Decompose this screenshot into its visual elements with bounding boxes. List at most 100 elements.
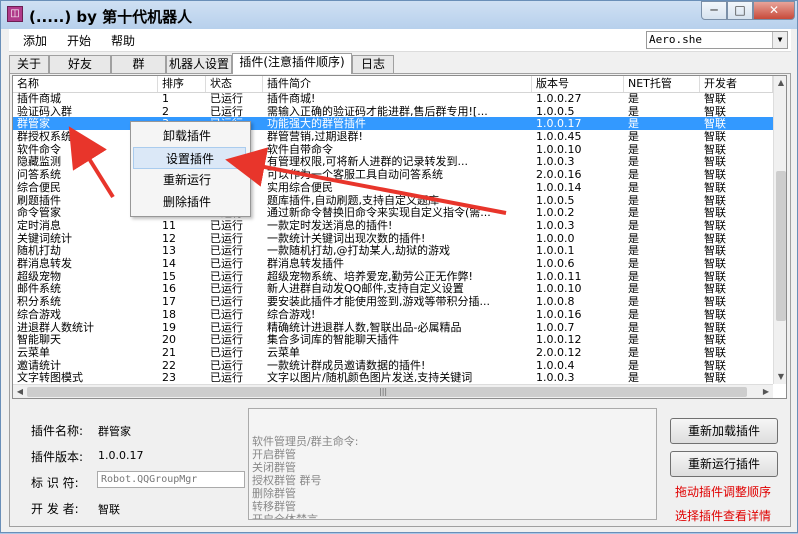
cell-net: 是 [628,244,639,258]
cell-net: 是 [628,155,639,169]
column-header-order[interactable]: 排序 [158,76,206,92]
hint-select-details: 选择插件查看详情 [675,509,772,523]
table-row[interactable]: 进退群人数统计 19 已运行 精确统计进退群人数,智联出品-必属精品 1.0.0.7 是 智… [13,321,773,334]
table-row[interactable]: 群消息转发 14 已运行 群消息转发插件 1.0.0.6 是 智联 [13,257,773,270]
cell-net: 是 [628,345,639,359]
chevron-down-icon[interactable]: ▼ [772,32,787,48]
cell-developer: 智联 [704,130,726,144]
scroll-right-icon[interactable]: ▶ [759,385,773,398]
table-row[interactable]: 验证码入群 2 已运行 需输入正确的验证码才能进群,售后群专用![... 1.0.0.5… [13,105,773,118]
table-row[interactable]: 文字转图模式 23 已运行 文字以图片/随机颜色图片发送,支持关键词 1.0.0.3 是 智… [13,371,773,384]
cell-description: 一款定时发送消息的插件! [267,218,393,232]
tab-log[interactable]: 日志 [352,55,394,73]
tab-plugins[interactable]: 插件(注意插件顺序) [232,53,352,74]
cell-version: 1.0.0.27 [536,92,582,105]
cell-developer: 智联 [704,92,726,105]
table-row[interactable]: 综合游戏 18 已运行 综合游戏! 1.0.0.16 是 智联 [13,308,773,321]
plugin-id-field[interactable]: Robot.QQGroupMgr [97,471,245,488]
column-header-name[interactable]: 名称 [13,76,158,92]
cell-net: 是 [628,282,639,296]
plugin-list[interactable]: 名称 排序 状态 插件简介 版本号 NET托管 开发者 插件商城 1 已运行 插件商城… [12,75,787,399]
cell-description: 插件商城! [267,92,316,105]
tab-friends[interactable]: 好友 [49,55,111,73]
table-row[interactable]: 刷题插件9已运行题库插件,自动刷题,支持自定义题库1.0.0.5是智联 [13,194,773,207]
column-header-developer[interactable]: 开发者 [700,76,773,92]
table-row[interactable]: 邮件系统 16 已运行 新人进群自动发QQ邮件,支持自定义设置 1.0.0.10 是 智联 [13,282,773,295]
rerun-plugins-button[interactable]: 重新运行插件 [670,451,778,477]
vertical-scrollbar[interactable]: ▲ ▼ [773,76,786,384]
cell-version: 1.0.0.3 [536,371,575,385]
cell-description: 功能强大的群管插件 [267,117,366,131]
horizontal-scrollbar[interactable]: ◀ ||| ▶ [13,384,773,398]
table-row[interactable]: 插件商城 1 已运行 插件商城! 1.0.0.27 是 智联 [13,92,773,105]
cell-version: 1.0.0.5 [536,193,575,207]
scroll-down-icon[interactable]: ▼ [774,370,786,384]
table-row[interactable]: 邀请统计 22 已运行 一款统计群成员邀请数据的插件! 1.0.0.4 是 智联 [13,359,773,372]
column-header-description[interactable]: 插件简介 [263,76,532,92]
cell-order: 15 [162,269,176,283]
menu-item-configure-plugin[interactable]: 设置插件 [133,147,246,169]
menu-item-unload-plugin[interactable]: 卸载插件 [131,125,248,147]
scroll-up-icon[interactable]: ▲ [774,76,786,90]
plugin-commands-box[interactable]: 软件管理员/群主命令: 开启群管 关闭群管 授权群管 群号 删除群管 转移群管 … [248,408,657,520]
table-row[interactable]: 定时消息 11 已运行 一款定时发送消息的插件! 1.0.0.3 是 智联 [13,219,773,232]
table-row[interactable]: 问答系统7已运行可以作为一个客服工具自动问答系统2.0.0.16是智联 [13,168,773,181]
table-row[interactable]: 综合便民8已运行实用综合便民1.0.0.14是智联 [13,181,773,194]
table-row[interactable]: 超级宠物 15 已运行 超级宠物系统、培养爱宠,勤劳公正无作弊! 1.0.0.11 是 智联 [13,270,773,283]
hint-drag-order: 拖动插件调整顺序 [675,485,772,499]
cell-status: 已运行 [210,104,243,118]
tab-robot-settings[interactable]: 机器人设置 [166,55,232,73]
table-row[interactable]: 群授权系统4已运行群管营销,过期退群!1.0.0.45是智联 [13,130,773,143]
cell-developer: 智联 [704,307,726,321]
vertical-scroll-thumb[interactable] [776,171,786,321]
cell-developer: 智联 [704,117,726,131]
menu-item-rerun[interactable]: 重新运行 [131,169,248,191]
maximize-button[interactable]: □ [727,1,753,20]
minimize-button[interactable]: ─ [701,1,727,20]
cell-version: 1.0.0.16 [536,307,582,321]
menu-start[interactable]: 开始 [67,32,91,49]
reload-plugins-button[interactable]: 重新加载插件 [670,418,778,444]
table-row-selected[interactable]: 群管家3已运行功能强大的群管插件1.0.0.17是智联 [13,117,773,130]
cell-order: 17 [162,295,176,309]
cell-net: 是 [628,295,639,309]
menu-item-delete-plugin[interactable]: 删除插件 [131,191,248,213]
cell-developer: 智联 [704,320,726,334]
tab-groups[interactable]: 群 [111,55,166,73]
menu-help[interactable]: 帮助 [111,32,135,49]
scroll-left-icon[interactable]: ◀ [13,385,27,398]
cell-order: 11 [162,218,176,232]
cell-developer: 智联 [704,345,726,359]
cell-version: 2.0.0.16 [536,168,582,182]
table-row[interactable]: 云菜单 21 已运行 云菜单 2.0.0.12 是 智联 [13,346,773,359]
cell-description: 一款统计关键词出现次数的插件! [267,231,426,245]
column-header-status[interactable]: 状态 [206,76,263,92]
table-row[interactable]: 隐藏监测6已运行有管理权限,可将新人进群的记录转发到...1.0.0.3是智联 [13,155,773,168]
cell-order: 21 [162,345,176,359]
tab-about[interactable]: 关于 [9,55,49,73]
table-row[interactable]: 关键词统计 12 已运行 一款统计关键词出现次数的插件! 1.0.0.0 是 智联 [13,232,773,245]
cell-status: 已运行 [210,320,243,334]
context-menu: 卸载插件 设置插件 重新运行 删除插件 [130,121,251,217]
table-row[interactable]: 积分系统 17 已运行 要安装此插件才能使用签到,游戏等带积分插... 1.0.0.8 是… [13,295,773,308]
cell-name: 文字转图模式 [17,371,83,385]
table-row[interactable]: 命令管家10已运行通过新命令替换旧命令来实现自定义指令(需...1.0.0.2是… [13,206,773,219]
cell-description: 软件自带命令 [267,142,333,156]
cell-net: 是 [628,257,639,271]
cell-version: 1.0.0.8 [536,295,575,309]
table-row[interactable]: 软件命令5已运行软件自带命令1.0.0.10是智联 [13,143,773,156]
menu-add[interactable]: 添加 [23,32,47,49]
cell-status: 已运行 [210,218,243,232]
cell-description: 需输入正确的验证码才能进群,售后群专用![... [267,104,488,118]
title-bar[interactable]: ◫ (.....) by 第十代机器人 ─ □ ✕ [1,1,797,29]
column-header-net[interactable]: NET托管 [624,76,700,92]
table-row[interactable]: 随机打劫 13 已运行 一款随机打劫,@打劫某人,劫狱的游戏 1.0.0.1 是 智联 [13,244,773,257]
account-select[interactable]: Aero.she ▼ [646,31,788,49]
close-button[interactable]: ✕ [753,1,795,20]
plugin-developer-label: 开 发 者: [31,502,79,516]
app-icon: ◫ [7,6,23,22]
cell-net: 是 [628,92,639,105]
cell-status: 已运行 [210,333,243,347]
column-header-version[interactable]: 版本号 [532,76,624,92]
table-row[interactable]: 智能聊天 20 已运行 集合多词库的智能聊天插件 1.0.0.12 是 智联 [13,333,773,346]
